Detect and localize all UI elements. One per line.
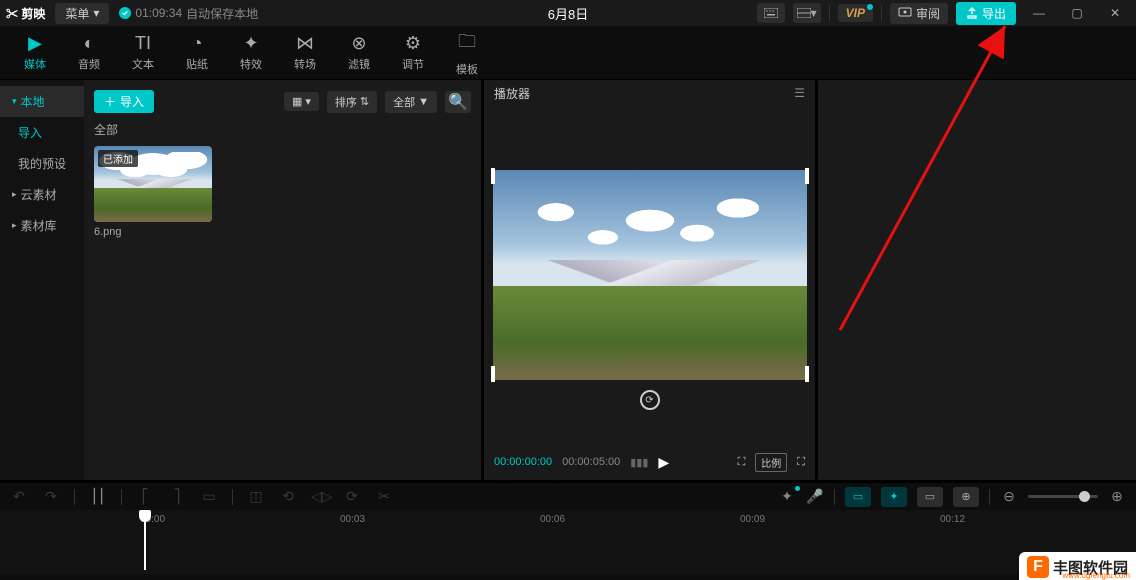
right-cut-icon[interactable]: ⎤	[168, 488, 186, 505]
zoom-in-button[interactable]: ⊕	[1108, 488, 1126, 505]
sort-icon: ⇅	[360, 95, 369, 108]
adjust-icon: ⚙	[405, 33, 421, 54]
close-button[interactable]: ✕	[1100, 0, 1130, 26]
undo-button[interactable]: ↶	[10, 488, 28, 505]
reverse-icon[interactable]: ⟲	[279, 488, 297, 505]
effect-icon: ✦	[243, 33, 258, 54]
plus-icon: ＋	[104, 93, 116, 110]
redo-button[interactable]: ↷	[42, 488, 60, 505]
media-icon: ▶	[28, 33, 42, 54]
search-button[interactable]: 🔍	[445, 91, 471, 113]
search-icon: 🔍	[448, 92, 468, 112]
player-controls: 00:00:00:00 00:00:05:00 ▮▮▮ ▶ ⛶ 比例 ⛶	[484, 444, 815, 480]
added-badge: 已添加	[98, 150, 138, 167]
app-logo: ✂ 剪映	[6, 5, 45, 22]
media-panel: ＋导入 ▦▾ 排序 ⇅ 全部 ▼ 🔍 全部 已添加 6.png	[84, 80, 484, 480]
template-icon: 🗀	[458, 29, 476, 59]
tab-template[interactable]: 🗀模板	[440, 26, 494, 79]
mic-icon[interactable]: 🎤	[806, 488, 824, 505]
tool-tabs: ▶媒体 ◐音频 TI文本 ◔贴纸 ✦特效 ⋈转场 ⊗滤镜 ⚙调节 🗀模板	[0, 26, 1136, 80]
chevron-right-icon: ▸	[12, 220, 17, 231]
crop-icon[interactable]: ⛶	[738, 456, 746, 469]
title-bar: ✂ 剪映 菜单 ▾ 01:09:34 自动保存本地 6月8日 ▾ VIP 审阅 …	[0, 0, 1136, 26]
rotate-icon[interactable]: ⟳	[343, 488, 361, 505]
player-viewport[interactable]: ⟳	[484, 106, 815, 444]
tab-effect[interactable]: ✦特效	[224, 26, 278, 79]
review-button[interactable]: 审阅	[890, 3, 948, 24]
layout-icon[interactable]: ▾	[793, 3, 821, 23]
tab-filter[interactable]: ⊗滤镜	[332, 26, 386, 79]
project-date: 6月8日	[548, 4, 588, 23]
properties-panel	[818, 80, 1136, 480]
watermark: F 丰图软件园 www.dgfengtu.com	[1019, 552, 1136, 580]
filter-icon: ▼	[418, 96, 429, 108]
transition-icon: ⋈	[296, 33, 314, 54]
thumbnail-name: 6.png	[94, 226, 212, 238]
refresh-icon[interactable]: ⟳	[640, 390, 660, 410]
total-time: 00:00:05:00	[562, 456, 620, 468]
text-icon: TI	[135, 33, 151, 54]
player-title: 播放器	[494, 85, 530, 102]
sidebar-local[interactable]: ▾本地	[0, 86, 84, 117]
tab-sticker[interactable]: ◔贴纸	[170, 26, 224, 79]
ratio-button[interactable]: 比例	[755, 453, 787, 472]
freeze-icon[interactable]: ◫	[247, 488, 265, 505]
view-grid-button[interactable]: ▦▾	[284, 92, 319, 111]
tab-transition[interactable]: ⋈转场	[278, 26, 332, 79]
tab-audio[interactable]: ◐音频	[62, 26, 116, 79]
vip-badge[interactable]: VIP	[838, 4, 873, 22]
sort-button[interactable]: 排序 ⇅	[327, 91, 377, 113]
audio-icon: ◐	[84, 33, 95, 54]
sidebar-cloud[interactable]: ▸云素材	[0, 179, 84, 210]
sticker-icon: ◔	[192, 33, 203, 54]
watermark-logo: F	[1027, 556, 1049, 578]
track-main-button[interactable]: ▭	[845, 487, 871, 507]
filter-all-button[interactable]: 全部 ▼	[385, 91, 437, 113]
menu-button[interactable]: 菜单 ▾	[55, 3, 109, 24]
timeline-ruler[interactable]: 00:00 00:03 00:06 00:09 00:12	[0, 510, 1136, 530]
playhead[interactable]	[144, 510, 146, 570]
sidebar-library[interactable]: ▸素材库	[0, 210, 84, 241]
keyboard-icon[interactable]	[757, 3, 785, 23]
tab-adjust[interactable]: ⚙调节	[386, 26, 440, 79]
magic-icon[interactable]: ✦	[778, 488, 796, 505]
chevron-down-icon: ▾	[12, 96, 17, 107]
play-button[interactable]: ▶	[658, 454, 669, 471]
media-thumbnail[interactable]: 已添加 6.png	[94, 146, 212, 238]
section-label: 全部	[94, 121, 471, 138]
sidebar-preset[interactable]: 我的预设	[0, 148, 84, 179]
player-panel: 播放器 ☰ ⟳ 00:00:00:00 00:00:05:00 ▮▮▮ ▶ ⛶ …	[484, 80, 818, 480]
sidebar: ▾本地 导入 我的预设 ▸云素材 ▸素材库	[0, 80, 84, 480]
main-row: ▾本地 导入 我的预设 ▸云素材 ▸素材库 ＋导入 ▦▾ 排序 ⇅ 全部 ▼ 🔍…	[0, 80, 1136, 480]
grid-icon: ▦	[292, 95, 302, 108]
sidebar-import[interactable]: 导入	[0, 117, 84, 148]
timeline[interactable]: 00:00 00:03 00:06 00:09 00:12	[0, 510, 1136, 574]
import-button[interactable]: ＋导入	[94, 90, 154, 113]
timeline-toolbar: ↶ ↷ ⎮⎮ ⎡ ⎤ ▭ ◫ ⟲ ◁▷ ⟳ ✂ ✦ 🎤 ▭ ✦ ▭ ⊕ ⊖ ⊕	[0, 480, 1136, 510]
minimize-button[interactable]: —	[1024, 0, 1054, 26]
zoom-out-button[interactable]: ⊖	[1000, 488, 1018, 505]
select-icon[interactable]: ▭	[200, 488, 218, 505]
zoom-slider[interactable]	[1028, 495, 1098, 498]
mirror-icon[interactable]: ◁▷	[311, 488, 329, 505]
chevron-right-icon: ▸	[12, 189, 17, 200]
fullscreen-icon[interactable]: ⛶	[797, 456, 805, 469]
filter-icon: ⊗	[351, 33, 366, 54]
left-cut-icon[interactable]: ⎡	[136, 488, 154, 505]
chevron-down-icon: ▾	[93, 6, 99, 20]
track-align-button[interactable]: ⊕	[953, 487, 979, 507]
bars-icon[interactable]: ▮▮▮	[630, 456, 648, 469]
current-time: 00:00:00:00	[494, 456, 552, 468]
check-icon	[119, 7, 131, 19]
tab-text[interactable]: TI文本	[116, 26, 170, 79]
split-button[interactable]: ⎮⎮	[89, 488, 107, 505]
player-menu-icon[interactable]: ☰	[794, 86, 805, 100]
crop-tool-icon[interactable]: ✂	[375, 488, 393, 505]
tab-media[interactable]: ▶媒体	[8, 26, 62, 79]
export-button[interactable]: 导出	[956, 2, 1016, 25]
autosave-status: 01:09:34 自动保存本地	[119, 5, 258, 22]
track-text-button[interactable]: ✦	[881, 487, 907, 507]
track-audio-button[interactable]: ▭	[917, 487, 943, 507]
maximize-button[interactable]: ▢	[1062, 0, 1092, 26]
